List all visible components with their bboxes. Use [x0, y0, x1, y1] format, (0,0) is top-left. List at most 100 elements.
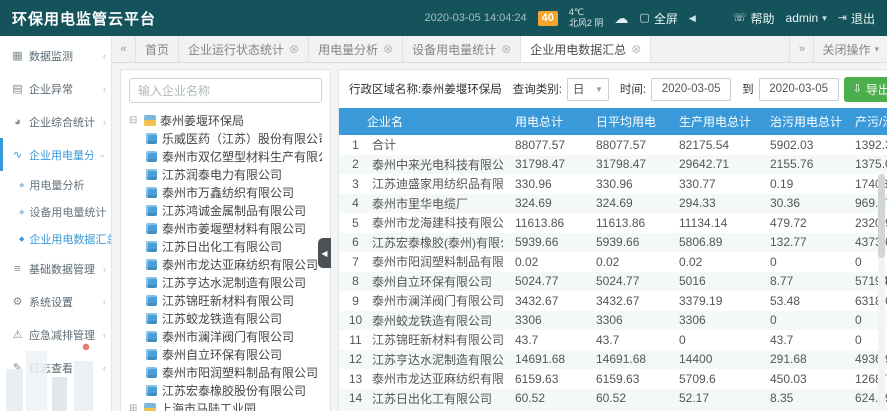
table-row[interactable]: 5 泰州市龙海建科技有限公司 11613.86 11613.86 11134.1… — [339, 213, 887, 233]
row-number: 3 — [348, 177, 363, 191]
table-row[interactable]: 2 泰州中来光电科技有限公司 31798.47 31798.47 29642.7… — [339, 155, 887, 175]
table-row[interactable]: 3 江苏迪盛家用纺织品有限公司 330.96 330.96 330.77 0.1… — [339, 174, 887, 194]
company-name-cell: 合计 — [372, 136, 396, 153]
table-row[interactable]: 9 泰州市澜洋阀门有限公司 3432.67 3432.67 3379.19 53… — [339, 291, 887, 311]
chevron-icon: ⌄ — [98, 149, 106, 160]
submenu-bullet-icon: ◆ — [19, 208, 24, 216]
tree-company-node[interactable]: 泰州市澜洋阀门有限公司 — [146, 327, 322, 345]
table-row[interactable]: 13 泰州市龙达亚麻纺织有限公司 6159.63 6159.63 5709.6 … — [339, 369, 887, 389]
tree-expand-toggle-icon[interactable]: ⊞ — [129, 403, 140, 411]
tab-close-icon[interactable]: ⊗ — [501, 43, 511, 55]
tree-company-node[interactable]: 泰州自立环保有限公司 — [146, 345, 322, 363]
sidebar-menu-item[interactable]: 数据监测 ‹ — [0, 39, 111, 72]
sidebar-submenu-item[interactable]: ◆ 设备用电量统计 — [0, 198, 111, 225]
tree-company-node[interactable]: 江苏日出化工有限公司 — [146, 237, 322, 255]
sidebar-submenu-label: 用电量分析 — [29, 177, 84, 193]
sidebar-submenu-item[interactable]: ◆ 用电量分析 — [0, 171, 111, 198]
row-number: 2 — [348, 157, 363, 171]
weather-block: 4℃ 北风2 阴 — [569, 7, 604, 30]
company-building-icon — [146, 367, 157, 378]
tree-company-label: 泰州自立环保有限公司 — [162, 346, 282, 363]
sidebar-menu-item[interactable]: 企业综合统计 ‹ — [0, 105, 111, 138]
treatment-power-cell: 0.19 — [764, 177, 849, 191]
tree-root2-node[interactable]: ⊞ 上海市马陆工业园 — [129, 399, 322, 411]
logout-button[interactable]: ⇥ 退出 — [838, 10, 875, 27]
table-row[interactable]: 8 泰州自立环保有限公司 5024.77 5024.77 5016 8.77 5… — [339, 272, 887, 292]
total-power-cell: 60.52 — [509, 391, 590, 405]
daily-average-cell: 324.69 — [590, 196, 673, 210]
panel-collapse-handle[interactable]: ◀ — [318, 238, 331, 268]
logout-icon: ⇥ — [838, 13, 847, 24]
to-label: 到 — [742, 81, 754, 97]
daily-average-cell: 11613.86 — [590, 216, 673, 230]
company-name-cell: 泰州市阳润塑料制品有限公司 — [372, 253, 503, 270]
tree-company-node[interactable]: 泰州市龙达亚麻纺织有限公司 — [146, 255, 322, 273]
tab-scroll-right-icon[interactable]: » — [789, 36, 813, 62]
tree-company-label: 泰州市阳润塑料制品有限公司 — [162, 364, 318, 381]
tree-company-node[interactable]: 江苏蛟龙铁造有限公司 — [146, 309, 322, 327]
tree-company-node[interactable]: 泰州市双亿塑型材料生产有限公司 — [146, 147, 322, 165]
vertical-scrollbar[interactable] — [878, 174, 885, 408]
sidebar-menu-item[interactable]: 基础数据管理 ‹ — [0, 252, 111, 285]
sidebar-menu-item[interactable]: 系统设置 ‹ — [0, 285, 111, 318]
company-search-input[interactable] — [129, 78, 322, 103]
tree-company-node[interactable]: 江苏鸿诚金属制品有限公司 — [146, 201, 322, 219]
tab[interactable]: 企业运行状态统计 ⊗ — [179, 36, 309, 62]
table-row[interactable]: 14 江苏日出化工有限公司 60.52 60.52 52.17 8.35 624… — [339, 389, 887, 409]
tab[interactable]: 用电量分析 ⊗ — [309, 36, 403, 62]
close-operations-button[interactable]: 关闭操作 ▾ — [813, 36, 887, 62]
tab[interactable]: 首页 — [136, 36, 179, 62]
tree-company-node[interactable]: 江苏润泰电力有限公司 — [146, 165, 322, 183]
tree-company-node[interactable]: 乐威医药（江苏）股份有限公司 — [146, 129, 322, 147]
daily-average-cell: 5939.66 — [590, 235, 673, 249]
table-row[interactable]: 10 泰州蛟龙铁造有限公司 3306 3306 3306 0 0 — [339, 311, 887, 331]
sidebar-submenu-item[interactable]: ◆ 企业用电数据汇总 — [0, 225, 111, 252]
table-row[interactable]: 6 江苏宏泰橡胶(泰州)有限公司 5939.66 5939.66 5806.89… — [339, 233, 887, 253]
tree-root-node[interactable]: ⊟ 泰州姜堰环保局 — [129, 111, 322, 129]
help-button[interactable]: ☏ 帮助 — [733, 10, 775, 27]
tab[interactable]: 企业用电数据汇总 ⊗ — [521, 36, 651, 62]
tree-company-node[interactable]: 泰州市姜堰塑材料有限公司 — [146, 219, 322, 237]
tree-expand-toggle-icon[interactable]: ⊟ — [129, 115, 140, 126]
select-caret-icon: ▼ — [595, 85, 603, 94]
table-row[interactable]: 7 泰州市阳润塑料制品有限公司 0.02 0.02 0.02 0 0 — [339, 252, 887, 272]
tab-close-icon[interactable]: ⊗ — [383, 43, 393, 55]
export-button[interactable]: ⇩ 导出 — [844, 77, 887, 102]
right-column: « 首页 企业运行状态统计 ⊗ 用电量分析 ⊗ — [112, 36, 887, 411]
table-row[interactable]: 4 泰州市里华电缆厂 324.69 324.69 294.33 30.36 96… — [339, 194, 887, 214]
total-power-cell: 14691.68 — [509, 352, 590, 366]
header-collapse-arrow-icon[interactable]: ◀ — [689, 13, 696, 24]
tab-close-icon[interactable]: ⊗ — [631, 43, 641, 55]
row-number: 1 — [348, 138, 363, 152]
table-column-header: 生产用电总计 — [673, 113, 764, 130]
tree-company-node[interactable]: 江苏宏泰橡胶股份有限公司 — [146, 381, 322, 399]
company-name-cell: 泰州市龙达亚麻纺织有限公司 — [372, 370, 503, 387]
sidebar-menu-item[interactable]: 应急减排管理 ‹ — [0, 318, 111, 351]
tree-company-node[interactable]: 江苏亨达水泥制造有限公司 — [146, 273, 322, 291]
table-row[interactable]: 12 江苏亨达水泥制造有限公司 14691.68 14691.68 14400 … — [339, 350, 887, 370]
date-to-input[interactable] — [759, 78, 839, 101]
tab[interactable]: 设备用电量统计 ⊗ — [403, 36, 521, 62]
company-name-cell: 江苏宏泰橡胶(泰州)有限公司 — [372, 234, 503, 251]
production-power-cell: 330.77 — [673, 177, 764, 191]
daily-average-cell: 3432.67 — [590, 294, 673, 308]
table-row[interactable]: 1 合计 88077.57 88077.57 82175.54 5902.03 … — [339, 135, 887, 155]
tab-scroll-left-icon[interactable]: « — [112, 36, 136, 62]
table-column-header: 日平均用电 — [590, 113, 673, 130]
tree-company-node[interactable]: 泰州市阳润塑料制品有限公司 — [146, 363, 322, 381]
tab-close-icon[interactable]: ⊗ — [289, 43, 299, 55]
production-power-cell: 5709.6 — [673, 372, 764, 386]
sidebar-menu-item[interactable]: 企业异常 ‹ — [0, 72, 111, 105]
top-header: 环保用电监管云平台 2020-03-05 14:04:24 40 4℃ 北风2 … — [0, 0, 887, 36]
user-menu[interactable]: admin ▾ — [786, 11, 827, 25]
tree-company-node[interactable]: 泰州市万鑫纺织有限公司 — [146, 183, 322, 201]
table-row[interactable]: 11 江苏锦旺新材料有限公司 43.7 43.7 0 43.7 0 — [339, 330, 887, 350]
sidebar-menu-item[interactable]: 日志查看 ‹ — [0, 351, 111, 384]
tree-company-node[interactable]: 江苏锦旺新材料有限公司 — [146, 291, 322, 309]
row-number: 14 — [348, 391, 363, 405]
scrollbar-thumb[interactable] — [878, 174, 885, 258]
fullscreen-button[interactable]: ▢ 全屏 — [639, 10, 677, 27]
date-from-input[interactable] — [651, 78, 731, 101]
sidebar-menu-item[interactable]: 企业用电量分析 ⌄ — [0, 138, 111, 171]
query-type-select[interactable]: 日 ▼ — [567, 78, 609, 101]
